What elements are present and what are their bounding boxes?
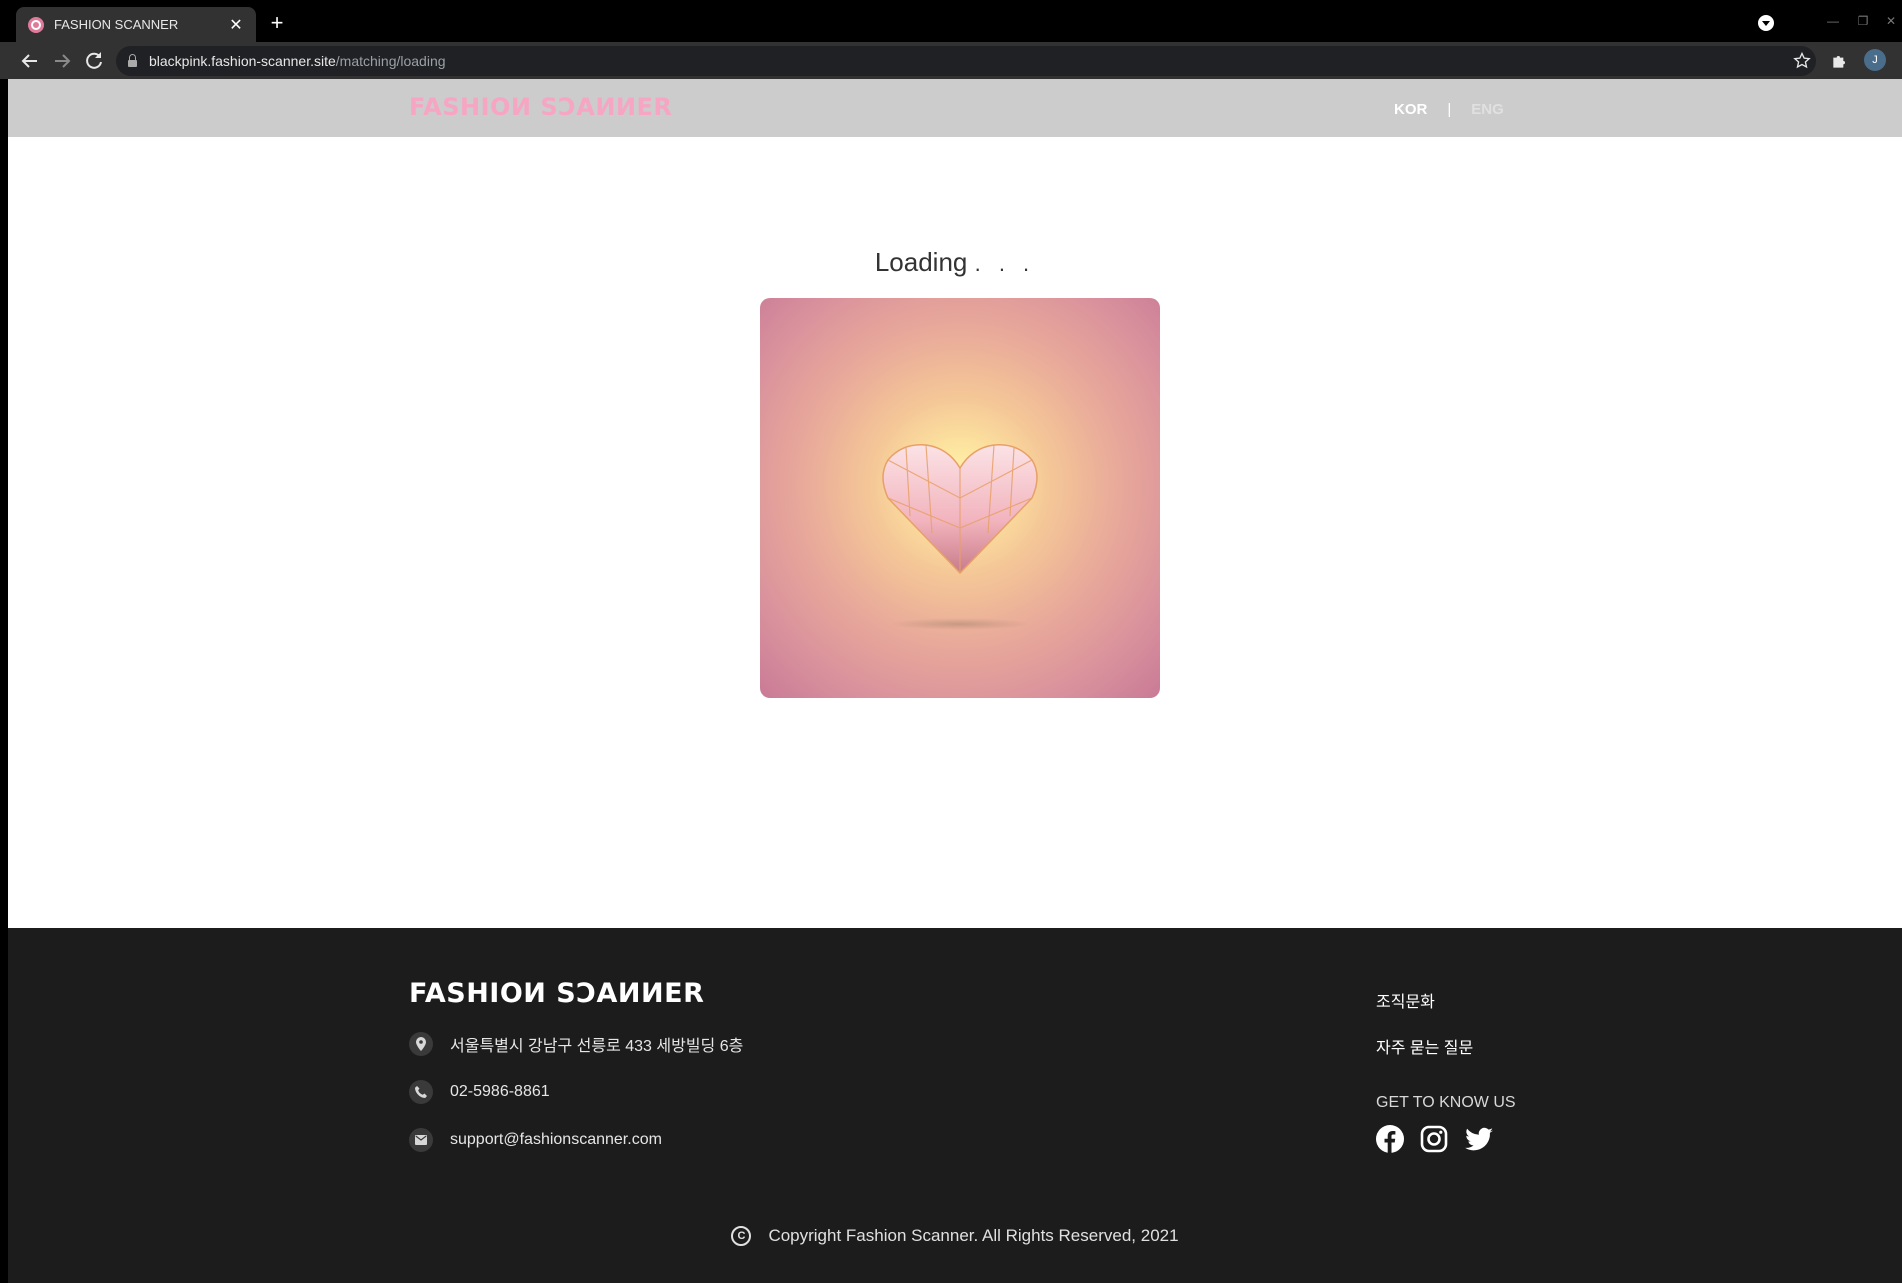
email-text[interactable]: support@fashionscanner.com: [450, 1131, 662, 1149]
back-arrow-icon[interactable]: [18, 49, 42, 73]
footer-links: 조직문화 자주 묻는 질문: [1376, 988, 1473, 1080]
window-close-button[interactable]: ✕: [1876, 10, 1902, 32]
site-footer: FASHIOИ SƆAИИER 서울특별시 강남구 선릉로 433 세방빌딩 6…: [8, 928, 1902, 1283]
get-to-know-heading: GET TO KNOW US: [1376, 1094, 1516, 1111]
site-header: FASHIOИ SƆAИИER KOR | ENG: [8, 79, 1902, 137]
extensions-puzzle-icon[interactable]: [1830, 51, 1850, 71]
profile-avatar[interactable]: J: [1864, 49, 1886, 71]
site-logo[interactable]: FASHIOИ SƆAИИER: [409, 93, 672, 121]
url-path: /matching/loading: [335, 53, 446, 69]
mail-icon: [409, 1128, 433, 1152]
tab-search-icon[interactable]: [1758, 15, 1774, 31]
location-pin-icon: [409, 1032, 433, 1056]
minimize-button[interactable]: —: [1818, 10, 1848, 32]
restore-button[interactable]: ❐: [1848, 10, 1878, 32]
forward-arrow-icon[interactable]: [50, 49, 74, 73]
url-host: blackpink.fashion-scanner.site: [149, 53, 336, 69]
language-switcher: KOR | ENG: [1394, 101, 1504, 118]
footer-email: support@fashionscanner.com: [409, 1128, 662, 1152]
phone-icon: [409, 1080, 433, 1104]
social-links: [1376, 1125, 1493, 1153]
lang-separator: |: [1447, 101, 1452, 118]
footer-address: 서울특별시 강남구 선릉로 433 세방빌딩 6층: [409, 1032, 743, 1056]
facebook-icon[interactable]: [1376, 1125, 1404, 1153]
url-text: blackpink.fashion-scanner.site/matching/…: [149, 53, 446, 69]
bookmark-star-icon[interactable]: [1792, 51, 1812, 71]
heart-illustration: [882, 444, 1038, 630]
lang-eng-link[interactable]: ENG: [1471, 101, 1504, 118]
footer-logo[interactable]: FASHIOИ SƆAИИER: [409, 978, 704, 1009]
loading-label: Loading . . .: [8, 247, 1902, 278]
footer-phone: 02-5986-8861: [409, 1080, 550, 1104]
loading-dots: . . .: [974, 251, 1036, 276]
loading-heart-image: [760, 298, 1160, 698]
loading-word: Loading: [874, 247, 968, 277]
address-text: 서울특별시 강남구 선릉로 433 세방빌딩 6층: [450, 1038, 744, 1055]
twitter-icon[interactable]: [1464, 1125, 1493, 1153]
new-tab-button[interactable]: +: [264, 10, 290, 36]
address-bar[interactable]: blackpink.fashion-scanner.site/matching/…: [116, 46, 1816, 76]
web-page: FASHIOИ SƆAИИER KOR | ENG Loading . . .: [8, 79, 1902, 1283]
favicon-icon: [28, 16, 44, 33]
copyright-icon: C: [731, 1226, 752, 1246]
tab-title: FASHION SCANNER: [54, 17, 179, 32]
tab-close-icon[interactable]: ✕: [228, 15, 244, 35]
reload-icon[interactable]: [82, 49, 106, 73]
lock-icon: [128, 53, 137, 67]
phone-text: 02-5986-8861: [450, 1083, 550, 1100]
footer-link-faq[interactable]: 자주 묻는 질문: [1376, 1034, 1473, 1058]
browser-tab[interactable]: FASHION SCANNER ✕: [16, 7, 256, 42]
instagram-icon[interactable]: [1420, 1125, 1448, 1153]
copyright-text: Copyright Fashion Scanner. All Rights Re…: [768, 1226, 1179, 1245]
footer-link-culture[interactable]: 조직문화: [1376, 988, 1473, 1012]
lang-kor-link[interactable]: KOR: [1394, 101, 1427, 118]
copyright: C Copyright Fashion Scanner. All Rights …: [8, 1226, 1902, 1246]
